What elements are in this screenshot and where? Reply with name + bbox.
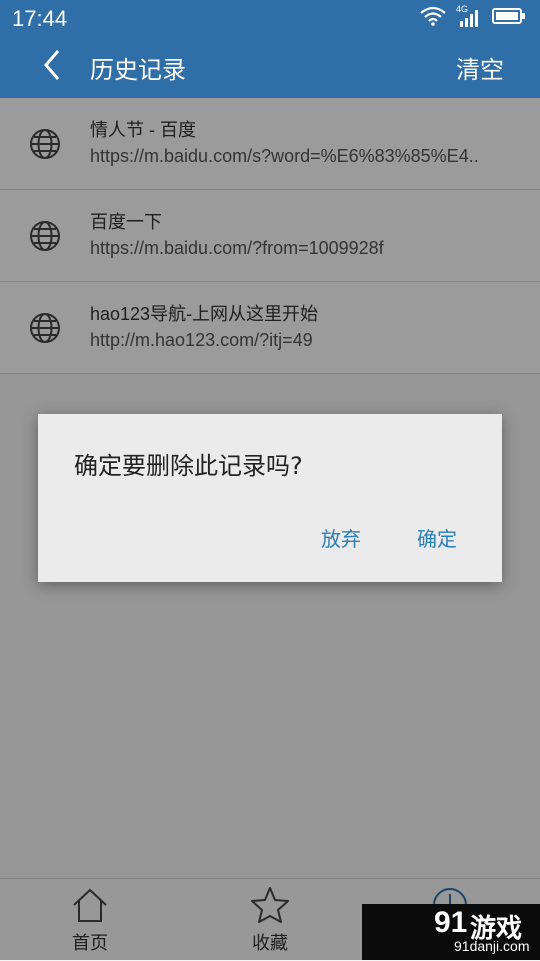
confirm-button[interactable]: 确定 <box>417 523 457 552</box>
watermark-number: 91 <box>434 906 468 939</box>
back-button[interactable] <box>36 50 68 84</box>
status-icons: 4G <box>420 4 526 30</box>
chevron-left-icon <box>42 49 62 85</box>
confirm-dialog: 确定要删除此记录吗? 放弃 确定 <box>38 414 502 582</box>
status-bar: 17:44 4G <box>0 0 540 36</box>
watermark-url: 91danji.com <box>454 938 530 954</box>
status-time: 17:44 <box>12 6 68 31</box>
clear-button[interactable]: 清空 <box>456 50 504 85</box>
app-bar: 历史记录 清空 <box>0 36 540 98</box>
watermark: 91 游戏 91danji.com <box>362 904 540 960</box>
battery-icon <box>492 7 526 29</box>
page-title: 历史记录 <box>90 56 186 84</box>
cancel-button[interactable]: 放弃 <box>321 523 361 552</box>
dialog-message: 确定要删除此记录吗? <box>74 452 303 480</box>
wifi-icon <box>420 6 446 30</box>
signal-icon: 4G <box>456 4 482 29</box>
